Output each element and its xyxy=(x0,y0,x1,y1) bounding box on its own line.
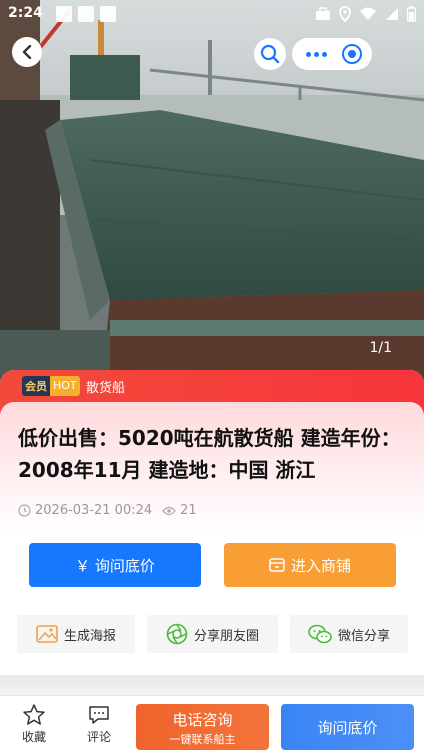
comment-icon xyxy=(89,706,109,724)
generate-poster-label: 生成海报 xyxy=(63,628,116,644)
enter-shop-label: 进入商铺 xyxy=(290,556,351,575)
signal-icon xyxy=(386,8,398,20)
status-bar: 2:24 xyxy=(0,0,424,28)
back-button[interactable] xyxy=(12,37,42,67)
wechat-share-button[interactable]: 微信分享 xyxy=(290,615,408,653)
share-row: 生成海报 分享朋友圈 微信分享 xyxy=(0,615,424,653)
image-icon xyxy=(36,625,58,643)
phone-consult-sub-label: 一键联系船主 xyxy=(169,733,236,746)
listing-meta: 2026-03-21 00:24 21 xyxy=(18,503,197,518)
vip-hot-badge: 会员 HOT xyxy=(22,376,80,396)
more-menu-button[interactable] xyxy=(306,51,327,57)
location-icon xyxy=(339,6,351,22)
target-icon xyxy=(348,50,356,58)
moments-icon xyxy=(166,623,188,645)
share-moments-button[interactable]: 分享朋友圈 xyxy=(147,615,278,653)
bottom-inquiry-label: 询问底价 xyxy=(317,718,378,737)
shop-icon xyxy=(269,558,285,572)
search-button[interactable] xyxy=(254,38,286,70)
comment-label: 评论 xyxy=(86,730,111,744)
favorite-label: 收藏 xyxy=(21,730,46,744)
phone-consult-button[interactable]: 电话咨询 一键联系船主 xyxy=(136,704,269,750)
wechat-share-label: 微信分享 xyxy=(337,628,390,644)
notification-icons xyxy=(56,6,116,22)
vip-badge: 会员 xyxy=(22,376,50,396)
category-label: 散货船 xyxy=(86,381,126,396)
inquiry-price-label: ￥ 询问底价 xyxy=(75,556,155,575)
wifi-icon xyxy=(360,7,376,20)
more-dot-icon xyxy=(322,51,327,57)
status-time: 2:24 xyxy=(8,5,43,21)
generate-poster-button[interactable]: 生成海报 xyxy=(17,615,135,653)
more-dot-icon xyxy=(306,51,311,57)
briefcase-icon xyxy=(316,7,330,20)
view-count: 21 xyxy=(180,503,197,518)
photo-counter: 1/1 xyxy=(369,340,392,356)
close-miniapp-button[interactable] xyxy=(342,44,362,64)
notification-icon xyxy=(56,6,72,22)
battery-icon xyxy=(407,6,416,22)
listing-card: 会员 HOT 散货船 低价出售：5020吨在航散货船 建造年份：2008年11月… xyxy=(0,370,424,675)
share-moments-label: 分享朋友圈 xyxy=(193,628,259,644)
status-icons xyxy=(315,6,416,22)
search-icon xyxy=(260,44,280,64)
chevron-left-icon xyxy=(22,45,32,59)
section-divider xyxy=(0,675,424,687)
star-icon xyxy=(23,704,45,725)
listing-datetime: 2026-03-21 00:24 xyxy=(35,503,153,518)
phone-consult-label: 电话咨询 xyxy=(172,711,233,729)
inquiry-price-button[interactable]: ￥ 询问底价 xyxy=(29,543,201,587)
wechat-icon xyxy=(308,624,332,644)
clock-icon xyxy=(18,504,31,517)
enter-shop-button[interactable]: 进入商铺 xyxy=(224,543,396,587)
eye-icon xyxy=(162,506,176,515)
more-dot-icon xyxy=(314,51,319,57)
bottom-action-bar: 收藏 评论 电话咨询 一键联系船主 询问底价 xyxy=(0,695,424,755)
notification-icon xyxy=(78,6,94,22)
favorite-button[interactable]: 收藏 xyxy=(12,702,56,745)
listing-title: 低价出售：5020吨在航散货船 建造年份：2008年11月 建造地：中国 浙江 xyxy=(18,426,401,482)
bottom-inquiry-button[interactable]: 询问底价 xyxy=(281,704,414,750)
hot-badge: HOT xyxy=(50,376,80,396)
miniapp-capsule xyxy=(292,38,372,70)
comment-button[interactable]: 评论 xyxy=(77,702,121,745)
notification-icon xyxy=(100,6,116,22)
